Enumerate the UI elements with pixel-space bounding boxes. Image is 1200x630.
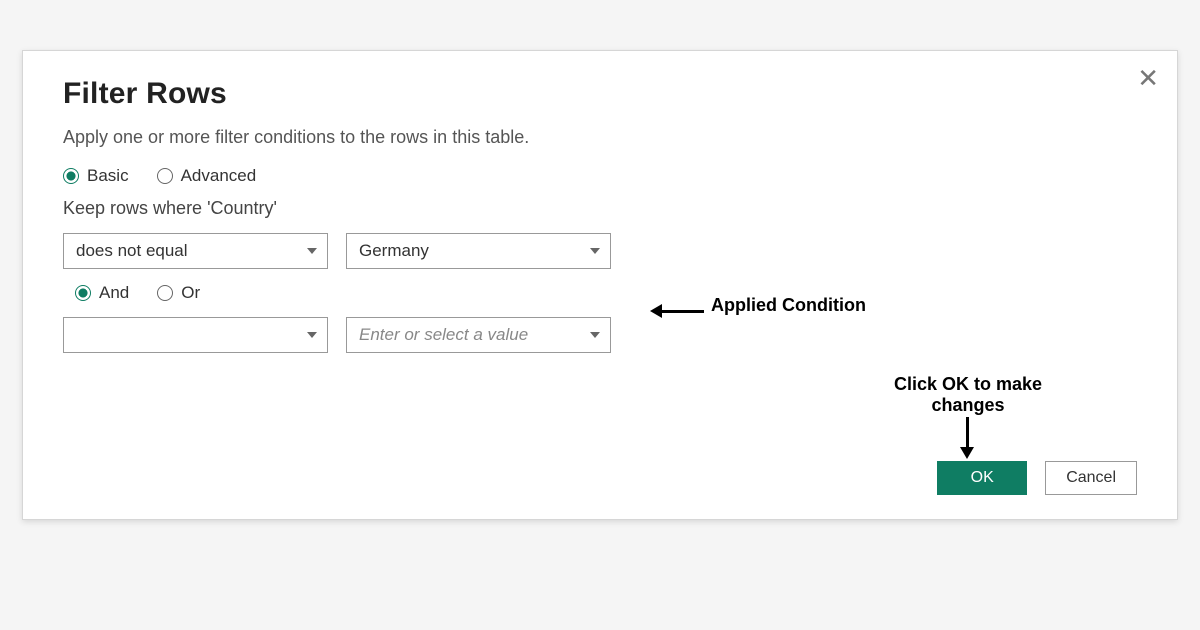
filter-rows-dialog: ✕ Filter Rows Apply one or more filter c…	[22, 50, 1178, 520]
cancel-button[interactable]: Cancel	[1045, 461, 1137, 495]
value-select-1-value: Germany	[359, 241, 429, 261]
chevron-down-icon	[590, 332, 600, 338]
keep-rows-label: Keep rows where 'Country'	[63, 198, 1137, 219]
annotation-applied-condition: Applied Condition	[711, 295, 866, 316]
value-select-1[interactable]: Germany	[346, 233, 611, 269]
radio-basic[interactable]: Basic	[63, 166, 129, 186]
arrow-down-icon	[960, 417, 974, 459]
chevron-down-icon	[307, 248, 317, 254]
mode-radio-group: Basic Advanced	[63, 166, 1137, 186]
condition-row-2: Enter or select a value	[63, 317, 1137, 353]
arrow-left-icon	[650, 304, 704, 318]
operator-select-1-value: does not equal	[76, 241, 188, 261]
radio-dot-icon	[157, 285, 173, 301]
dialog-subtitle: Apply one or more filter conditions to t…	[63, 127, 1137, 148]
radio-dot-icon	[75, 285, 91, 301]
chevron-down-icon	[307, 332, 317, 338]
value-select-2[interactable]: Enter or select a value	[346, 317, 611, 353]
ok-button[interactable]: OK	[937, 461, 1027, 495]
chevron-down-icon	[590, 248, 600, 254]
radio-advanced-label: Advanced	[181, 166, 257, 186]
radio-and[interactable]: And	[75, 283, 129, 303]
radio-or-label: Or	[181, 283, 200, 303]
condition-row-1: does not equal Germany	[63, 233, 1137, 269]
dialog-title: Filter Rows	[63, 77, 1137, 111]
radio-basic-label: Basic	[87, 166, 129, 186]
radio-dot-icon	[157, 168, 173, 184]
radio-advanced[interactable]: Advanced	[157, 166, 257, 186]
radio-or[interactable]: Or	[157, 283, 200, 303]
radio-dot-icon	[63, 168, 79, 184]
annotation-ok-note: Click OK to make changes	[863, 374, 1073, 416]
operator-select-1[interactable]: does not equal	[63, 233, 328, 269]
value-select-2-placeholder: Enter or select a value	[359, 325, 528, 345]
radio-and-label: And	[99, 283, 129, 303]
close-icon[interactable]: ✕	[1137, 65, 1159, 91]
logic-radio-group: And Or	[75, 283, 1137, 303]
dialog-button-bar: OK Cancel	[937, 461, 1137, 495]
operator-select-2[interactable]	[63, 317, 328, 353]
